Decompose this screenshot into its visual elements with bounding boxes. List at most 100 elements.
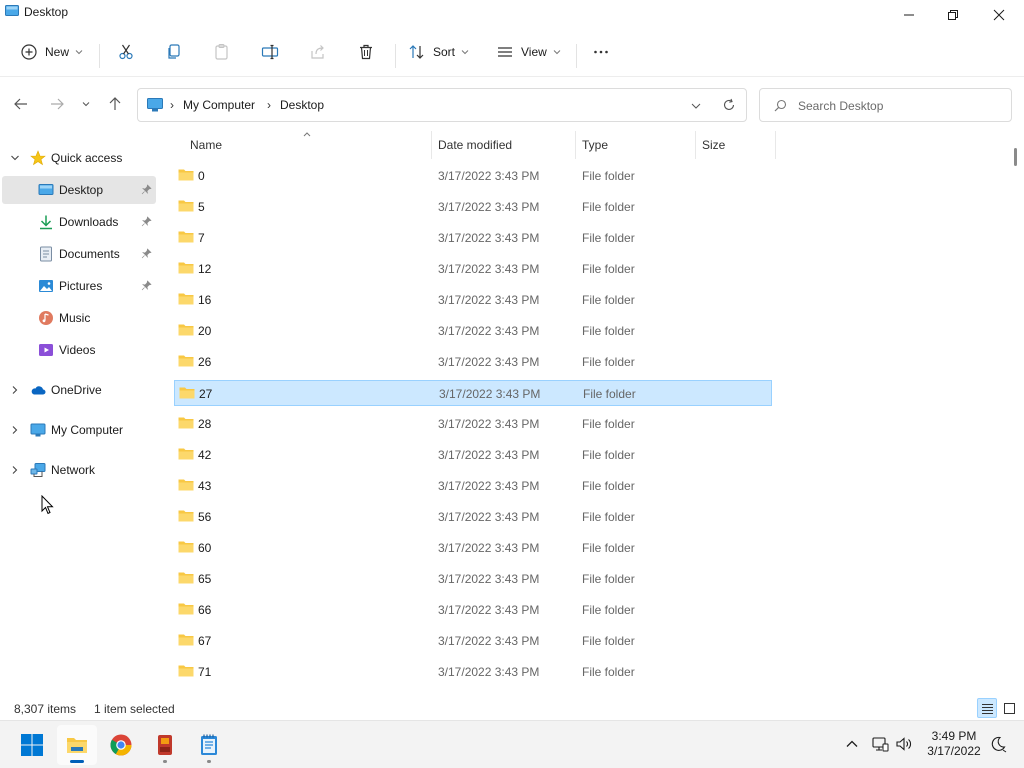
file-row[interactable]: 60 3/17/2022 3:43 PM File folder (174, 535, 772, 561)
sidebar-label: Desktop (59, 183, 104, 197)
file-type: File folder (582, 231, 635, 245)
cut-button[interactable] (117, 36, 135, 68)
column-divider[interactable] (695, 131, 696, 159)
file-row[interactable]: 27 3/17/2022 3:43 PM File folder (174, 380, 772, 406)
network-status-icon[interactable] (871, 735, 889, 753)
view-button[interactable]: View (496, 36, 561, 68)
file-row[interactable]: 56 3/17/2022 3:43 PM File folder (174, 504, 772, 530)
show-hidden-icons-chevron-icon[interactable] (843, 735, 861, 753)
file-row[interactable]: 12 3/17/2022 3:43 PM File folder (174, 256, 772, 282)
windows-logo-icon (21, 734, 43, 756)
taskbar-app-red[interactable] (145, 725, 185, 765)
details-view-button[interactable] (977, 698, 997, 718)
paste-button[interactable] (213, 36, 231, 68)
sidebar-label: Downloads (59, 215, 119, 229)
tiles-view-button[interactable] (999, 698, 1019, 718)
column-divider[interactable] (775, 131, 776, 159)
file-name: 26 (198, 355, 212, 369)
breadcrumb-my-computer[interactable]: My Computer (183, 98, 255, 112)
file-row[interactable]: 28 3/17/2022 3:43 PM File folder (174, 411, 772, 437)
sidebar-item-documents[interactable]: Documents (2, 240, 156, 268)
recent-locations-chevron-icon[interactable] (80, 95, 92, 113)
sidebar-item-network[interactable]: Network (2, 456, 156, 484)
paste-icon (215, 44, 228, 60)
folder-icon (178, 417, 194, 429)
taskbar-chrome[interactable] (101, 725, 141, 765)
chevron-down-icon[interactable] (10, 153, 20, 163)
address-bar[interactable]: › My Computer › Desktop (137, 88, 747, 122)
sidebar-item-pictures[interactable]: Pictures (2, 272, 156, 300)
sidebar-item-desktop[interactable]: Desktop (2, 176, 156, 204)
refresh-icon[interactable] (722, 98, 736, 112)
rename-button[interactable] (261, 36, 279, 68)
file-row[interactable]: 43 3/17/2022 3:43 PM File folder (174, 473, 772, 499)
column-header-date-modified[interactable]: Date modified (438, 131, 512, 159)
start-button[interactable] (12, 725, 52, 765)
file-row[interactable]: 42 3/17/2022 3:43 PM File folder (174, 442, 772, 468)
clock-date: 3/17/2022 (927, 744, 981, 758)
delete-button[interactable] (357, 36, 375, 68)
volume-icon[interactable] (895, 735, 913, 753)
forward-arrow-icon[interactable] (48, 95, 66, 113)
separator (395, 44, 396, 68)
pin-icon (141, 280, 152, 291)
up-arrow-icon[interactable] (106, 95, 124, 113)
more-options-button[interactable] (592, 36, 610, 68)
vertical-scrollbar-thumb[interactable] (1014, 148, 1017, 166)
file-row[interactable]: 66 3/17/2022 3:43 PM File folder (174, 597, 772, 623)
chevron-right-icon[interactable] (10, 465, 20, 475)
file-row[interactable]: 26 3/17/2022 3:43 PM File folder (174, 349, 772, 375)
chevron-right-icon[interactable] (10, 385, 20, 395)
sidebar-item-my-computer[interactable]: My Computer (2, 416, 156, 444)
close-button[interactable] (976, 0, 1022, 30)
chrome-icon (110, 734, 132, 756)
file-date-modified: 3/17/2022 3:43 PM (438, 572, 540, 586)
column-header-name[interactable]: Name (190, 131, 222, 159)
running-app-indicator (163, 760, 167, 763)
download-icon (40, 215, 52, 230)
taskbar-file-explorer[interactable] (57, 725, 97, 765)
back-arrow-icon[interactable] (12, 95, 30, 113)
file-date-modified: 3/17/2022 3:43 PM (438, 293, 540, 307)
tiles-view-icon (1003, 702, 1015, 714)
folder-icon (178, 355, 194, 367)
focus-assist-moon-icon[interactable] (989, 735, 1007, 753)
system-clock[interactable]: 3:49 PM 3/17/2022 (922, 729, 986, 759)
share-button[interactable] (309, 36, 327, 68)
sidebar-item-downloads[interactable]: Downloads (2, 208, 156, 236)
minimize-button[interactable] (886, 0, 932, 30)
file-row[interactable]: 20 3/17/2022 3:43 PM File folder (174, 318, 772, 344)
breadcrumb-desktop[interactable]: Desktop (280, 98, 324, 112)
file-row[interactable]: 65 3/17/2022 3:43 PM File folder (174, 566, 772, 592)
file-row[interactable]: 5 3/17/2022 3:43 PM File folder (174, 194, 772, 220)
rename-icon (261, 44, 279, 60)
column-divider[interactable] (575, 131, 576, 159)
file-row[interactable]: 67 3/17/2022 3:43 PM File folder (174, 628, 772, 654)
address-row: › My Computer › Desktop (0, 76, 1024, 130)
search-box[interactable] (759, 88, 1012, 122)
restore-button[interactable] (930, 0, 976, 30)
taskbar-notepad[interactable] (189, 725, 229, 765)
desktop-icon (38, 184, 54, 195)
column-header-size[interactable]: Size (702, 131, 725, 159)
file-row[interactable]: 71 3/17/2022 3:43 PM File folder (174, 659, 772, 685)
sidebar-item-music[interactable]: Music (2, 304, 156, 332)
search-input[interactable] (798, 97, 998, 115)
column-header-type[interactable]: Type (582, 131, 608, 159)
file-row[interactable]: 7 3/17/2022 3:43 PM File folder (174, 225, 772, 251)
file-date-modified: 3/17/2022 3:43 PM (438, 169, 540, 183)
document-icon (40, 246, 52, 262)
copy-button[interactable] (165, 36, 183, 68)
folder-icon (178, 200, 194, 212)
file-row[interactable]: 0 3/17/2022 3:43 PM File folder (174, 163, 772, 189)
chevron-right-icon[interactable] (10, 425, 20, 435)
address-history-chevron-icon[interactable] (691, 101, 701, 111)
column-divider[interactable] (431, 131, 432, 159)
new-button[interactable]: New (20, 36, 83, 68)
sidebar-item-onedrive[interactable]: OneDrive (2, 376, 156, 404)
sort-button[interactable]: Sort (408, 36, 469, 68)
sidebar-item-videos[interactable]: Videos (2, 336, 156, 364)
sidebar-item-quick-access[interactable]: Quick access (2, 144, 156, 172)
sidebar-label: Pictures (59, 279, 103, 293)
file-row[interactable]: 16 3/17/2022 3:43 PM File folder (174, 287, 772, 313)
